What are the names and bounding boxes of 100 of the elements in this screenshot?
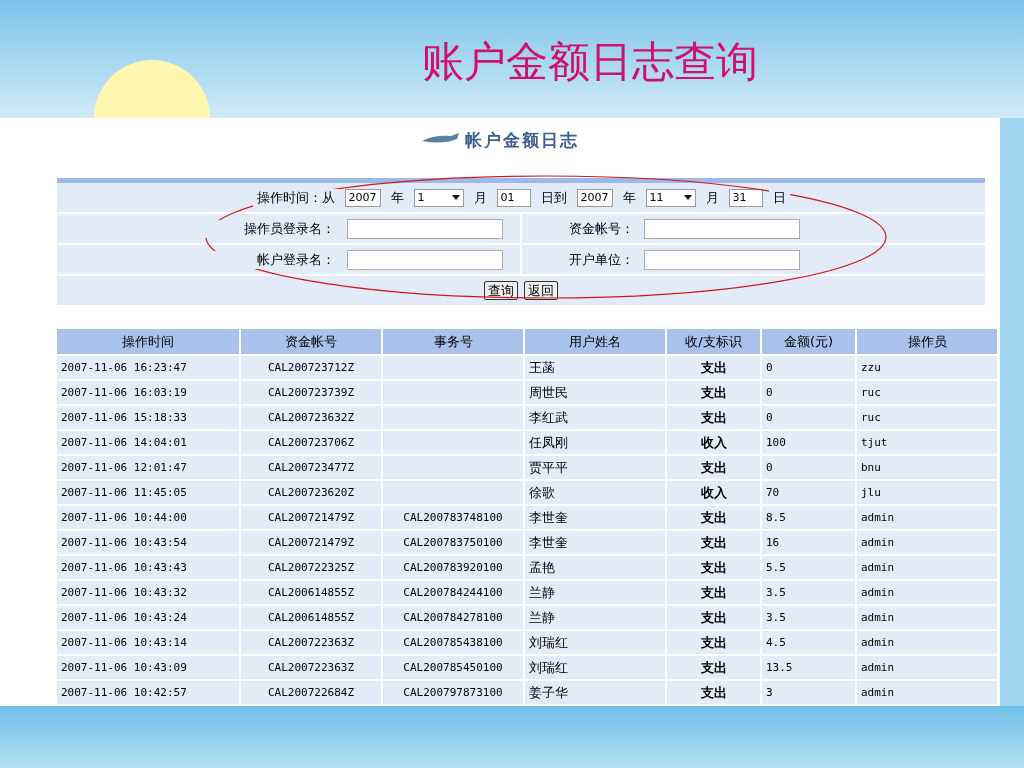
table-cell: 100: [762, 429, 857, 454]
table-cell: 0: [762, 454, 857, 479]
input-field[interactable]: [644, 249, 800, 270]
table-cell: 刘瑞红: [525, 654, 667, 679]
table-cell: CAL200783750100: [383, 529, 525, 554]
table-cell: CAL200785450100: [383, 654, 525, 679]
table-cell: 刘瑞红: [525, 629, 667, 654]
table-cell: zzu: [857, 354, 999, 379]
table-cell: 13.5: [762, 654, 857, 679]
page-title: 帐户金额日志: [465, 128, 579, 152]
caret-icon: [683, 195, 692, 200]
table-cell: 2007-11-06 16:03:19: [57, 379, 241, 404]
column-header: 金额(元): [762, 329, 857, 354]
table-cell: 李红武: [525, 404, 667, 429]
table-cell: ruc: [857, 379, 999, 404]
table-cell: CAL200723739Z: [241, 379, 383, 404]
table-cell: 3.5: [762, 579, 857, 604]
table-cell: 支出: [667, 629, 762, 654]
table-cell: ruc: [857, 404, 999, 429]
table-cell: CAL200784278100: [383, 604, 525, 629]
table-cell: 4.5: [762, 629, 857, 654]
table-cell: 支出: [667, 404, 762, 429]
table-cell: 0: [762, 404, 857, 429]
table-cell: CAL200784244100: [383, 579, 525, 604]
table-cell: jlu: [857, 479, 999, 504]
table-cell: 支出: [667, 354, 762, 379]
table-cell: 支出: [667, 454, 762, 479]
column-header: 操作时间: [57, 329, 241, 354]
month-dropdown[interactable]: 1: [413, 188, 464, 207]
table-cell: 兰静: [525, 579, 667, 604]
table-cell: CAL200722325Z: [241, 554, 383, 579]
column-header: 用户姓名: [525, 329, 667, 354]
table-cell: 支出: [667, 654, 762, 679]
input-field[interactable]: [347, 218, 503, 239]
table-cell: 2007-11-06 10:44:00: [57, 504, 241, 529]
table-cell: 王菡: [525, 354, 667, 379]
table-cell: 支出: [667, 529, 762, 554]
table-cell: 0: [762, 354, 857, 379]
table-cell: 支出: [667, 379, 762, 404]
table-cell: CAL200785438100: [383, 629, 525, 654]
column-header: 资金帐号: [241, 329, 383, 354]
table-cell: 2007-11-06 14:04:01: [57, 429, 241, 454]
table-cell: CAL200723620Z: [241, 479, 383, 504]
table-cell: 2007-11-06 10:43:54: [57, 529, 241, 554]
table-cell: CAL200722363Z: [241, 629, 383, 654]
table-cell: 2007-11-06 10:43:14: [57, 629, 241, 654]
table-cell: 周世民: [525, 379, 667, 404]
table-cell: CAL200723712Z: [241, 354, 383, 379]
input-field[interactable]: [347, 249, 503, 270]
table-cell: CAL200614855Z: [241, 579, 383, 604]
table-cell: admin: [857, 629, 999, 654]
form-label: 操作时间：从: [252, 188, 339, 207]
form-label: 日: [768, 188, 790, 207]
table-cell: 徐歌: [525, 479, 667, 504]
table-cell: CAL200783748100: [383, 504, 525, 529]
table-cell: 支出: [667, 579, 762, 604]
table-cell: 2007-11-06 10:42:57: [57, 679, 241, 704]
table-cell: 0: [762, 379, 857, 404]
table-cell: CAL200721479Z: [241, 504, 383, 529]
table-cell: tjut: [857, 429, 999, 454]
date-input[interactable]: 31: [728, 188, 763, 207]
slide-title: 账户金额日志查询: [421, 38, 758, 87]
table-cell: 任凤刚: [525, 429, 667, 454]
table-cell: 2007-11-06 10:43:43: [57, 554, 241, 579]
table-cell: CAL200721479Z: [241, 529, 383, 554]
table-cell: admin: [857, 529, 999, 554]
table-cell: CAL200722363Z: [241, 654, 383, 679]
column-header: 事务号: [383, 329, 525, 354]
table-cell: CAL200723632Z: [241, 404, 383, 429]
date-input[interactable]: 01: [496, 188, 531, 207]
table-cell: 贾平平: [525, 454, 667, 479]
table-cell: 2007-11-06 15:18:33: [57, 404, 241, 429]
column-header: 操作员: [857, 329, 999, 354]
input-field[interactable]: [644, 218, 800, 239]
table-cell: 收入: [667, 429, 762, 454]
table-cell: 孟艳: [525, 554, 667, 579]
table-cell: admin: [857, 679, 999, 704]
table-cell: 16: [762, 529, 857, 554]
table-cell: 李世奎: [525, 529, 667, 554]
table-cell: 支出: [667, 604, 762, 629]
table-cell: 3: [762, 679, 857, 704]
date-input[interactable]: 2007: [576, 188, 613, 207]
table-cell: 5.5: [762, 554, 857, 579]
table-cell: admin: [857, 654, 999, 679]
caret-icon: [451, 195, 460, 200]
table-cell: 2007-11-06 11:45:05: [57, 479, 241, 504]
month-dropdown[interactable]: 11: [645, 188, 696, 207]
table-cell: admin: [857, 604, 999, 629]
column-header: 收/支标识: [667, 329, 762, 354]
table-cell: 李世奎: [525, 504, 667, 529]
table-cell: 支出: [667, 679, 762, 704]
table-cell: 兰静: [525, 604, 667, 629]
table-cell: CAL200614855Z: [241, 604, 383, 629]
table-cell: 2007-11-06 10:43:24: [57, 604, 241, 629]
table-cell: 2007-11-06 12:01:47: [57, 454, 241, 479]
table-cell: CAL200722684Z: [241, 679, 383, 704]
table-cell: admin: [857, 554, 999, 579]
date-input[interactable]: 2007: [344, 188, 381, 207]
table-cell: 2007-11-06 10:43:32: [57, 579, 241, 604]
table-cell: 2007-11-06 10:43:09: [57, 654, 241, 679]
